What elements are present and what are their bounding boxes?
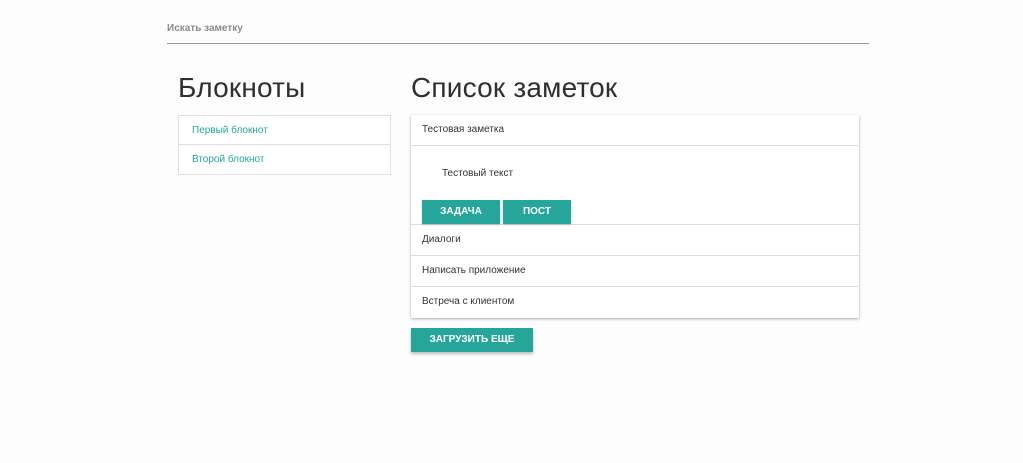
note-item[interactable]: Написать приложение — [411, 256, 859, 287]
note-body: Тестовый текст ЗАДАЧА ПОСТ — [411, 146, 859, 225]
search-input[interactable] — [167, 14, 869, 42]
notebook-list: Первый блокнот Второй блокнот — [178, 115, 391, 175]
notebook-item[interactable]: Второй блокнот — [179, 145, 390, 174]
note-item[interactable]: Диалоги — [411, 225, 859, 256]
load-more-button[interactable]: ЗАГРУЗИТЬ ЕЩЕ — [411, 328, 533, 352]
tag-task-button[interactable]: ЗАДАЧА — [422, 200, 500, 224]
note-header-expanded[interactable]: Тестовая заметка — [411, 115, 859, 146]
notebook-item[interactable]: Первый блокнот — [179, 116, 390, 145]
notes-title: Список заметок — [411, 72, 618, 103]
note-item[interactable]: Встреча с клиентом — [411, 287, 859, 318]
search-bar — [167, 14, 869, 44]
tag-post-button[interactable]: ПОСТ — [503, 200, 571, 224]
notebooks-title: Блокноты — [178, 72, 306, 103]
note-tags: ЗАДАЧА ПОСТ — [422, 200, 571, 224]
notes-list: Тестовая заметка Тестовый текст ЗАДАЧА П… — [411, 115, 859, 318]
note-text: Тестовый текст — [442, 168, 514, 179]
